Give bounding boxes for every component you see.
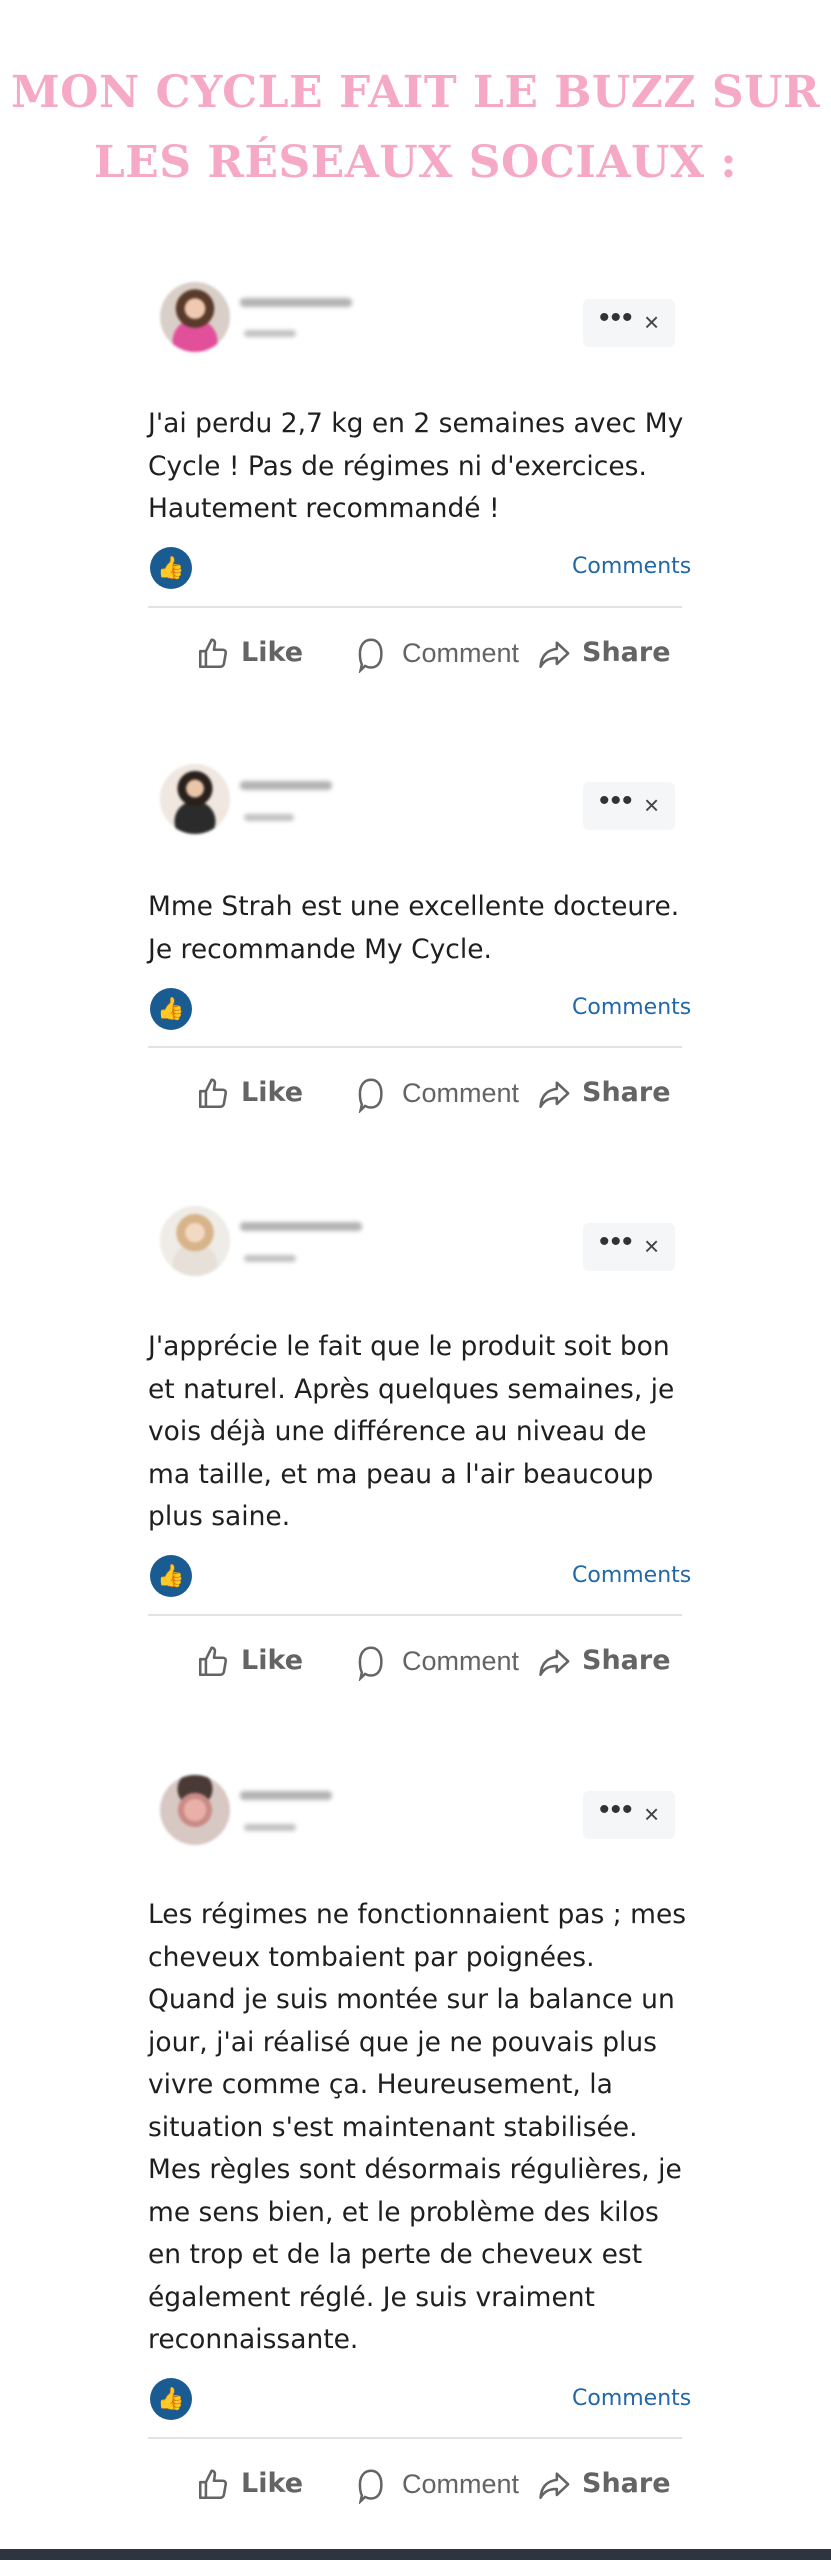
post-text: J'ai perdu 2,7 kg en 2 semaines avec My …	[148, 408, 684, 524]
divider	[148, 1046, 682, 1048]
thumbs-up-icon	[198, 638, 228, 669]
share-icon	[539, 641, 570, 669]
more-options-icon[interactable]: •••	[599, 303, 634, 333]
comment-icon	[358, 2469, 383, 2504]
avatar[interactable]	[160, 764, 230, 834]
close-icon[interactable]: ×	[644, 309, 659, 335]
like-label: Like	[241, 637, 304, 668]
divider	[148, 2437, 682, 2439]
thumbs-up-icon	[198, 1646, 228, 1677]
comment-icon	[358, 1646, 383, 1681]
like-count-icon: 👍	[150, 2378, 192, 2420]
author-name[interactable]	[240, 781, 332, 790]
like-count-icon: 👍	[150, 988, 192, 1030]
post-options: ••• ×	[583, 782, 675, 830]
avatar[interactable]	[160, 282, 230, 352]
divider	[148, 606, 682, 608]
divider	[148, 1614, 682, 1616]
more-options-icon[interactable]: •••	[599, 786, 634, 816]
post-meta	[244, 330, 296, 337]
share-label: Share	[582, 2468, 671, 2499]
close-icon[interactable]: ×	[644, 792, 659, 818]
share-label: Share	[582, 1645, 671, 1676]
post-actions: Like Comment Share	[148, 1636, 682, 1686]
like-count-icon: 👍	[150, 1555, 192, 1597]
author-name[interactable]	[240, 298, 352, 307]
like-label: Like	[241, 1077, 304, 1108]
comment-label: Comment	[402, 1646, 520, 1676]
author-name[interactable]	[240, 1222, 362, 1231]
post-actions: Like Comment Share	[148, 2459, 682, 2509]
page-title: MON CYCLE FAIT LE BUZZ SUR LES RÉSEAUX S…	[10, 67, 821, 188]
share-icon	[539, 2472, 570, 2500]
thumbs-up-icon	[198, 2469, 228, 2500]
comment-label: Comment	[402, 638, 520, 668]
post-text: Les régimes ne fonctionnaient pas ; mes …	[148, 1899, 687, 2355]
comment-label: Comment	[402, 2469, 520, 2499]
footer-bar	[0, 2549, 831, 2560]
like-label: Like	[241, 1645, 304, 1676]
comment-icon	[358, 1078, 383, 1113]
post-actions: Like Comment Share	[148, 628, 682, 678]
comments-link[interactable]: Comments	[572, 1563, 691, 1588]
like-label: Like	[241, 2468, 304, 2499]
share-label: Share	[582, 1077, 671, 1108]
comment-label: Comment	[402, 1078, 520, 1108]
share-icon	[539, 1649, 570, 1677]
more-options-icon[interactable]: •••	[599, 1795, 634, 1825]
close-icon[interactable]: ×	[644, 1801, 659, 1827]
comments-link[interactable]: Comments	[572, 2386, 691, 2411]
close-icon[interactable]: ×	[644, 1233, 659, 1259]
post-text: Mme Strah est une excellente docteure. J…	[148, 891, 680, 965]
avatar[interactable]	[160, 1206, 230, 1276]
more-options-icon[interactable]: •••	[599, 1227, 634, 1257]
post-meta	[244, 814, 294, 821]
post-options: ••• ×	[583, 1223, 675, 1271]
author-name[interactable]	[240, 1791, 332, 1800]
post-meta	[244, 1824, 296, 1831]
post-options: ••• ×	[583, 1791, 675, 1839]
comments-link[interactable]: Comments	[572, 995, 691, 1020]
share-label: Share	[582, 637, 671, 668]
post-options: ••• ×	[583, 299, 675, 347]
comment-icon	[358, 638, 383, 673]
share-icon	[539, 1081, 570, 1109]
avatar[interactable]	[160, 1775, 230, 1845]
post-text: J'apprécie le fait que le produit soit b…	[148, 1331, 675, 1532]
thumbs-up-icon	[198, 1078, 228, 1109]
post-meta	[244, 1255, 296, 1262]
like-count-icon: 👍	[150, 547, 192, 589]
comments-link[interactable]: Comments	[572, 554, 691, 579]
post-actions: Like Comment Share	[148, 1068, 682, 1118]
